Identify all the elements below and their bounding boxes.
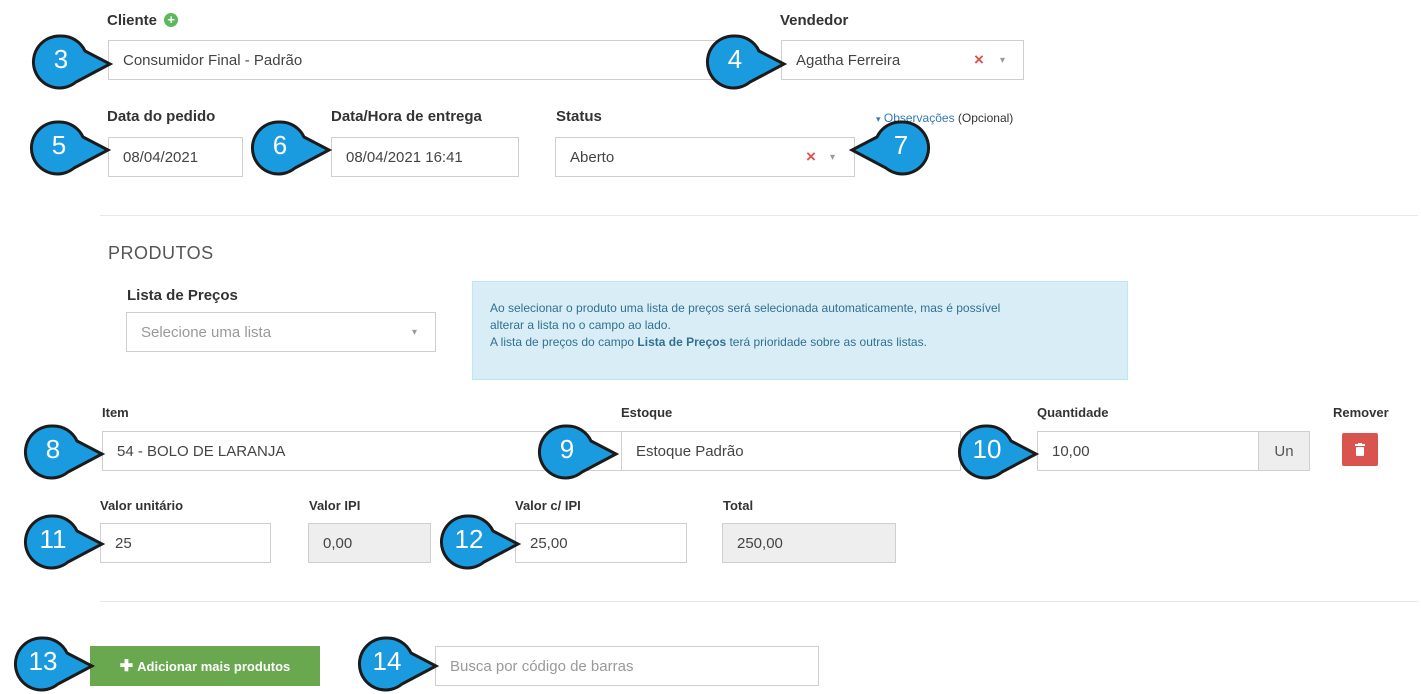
lista-precos-label: Lista de Preços xyxy=(127,287,238,304)
valor-unitario-input[interactable]: 25 xyxy=(100,523,271,563)
callout-12: 12 xyxy=(439,510,522,570)
lista-precos-caret-icon[interactable]: ▾ xyxy=(412,327,417,338)
valor-unitario-label: Valor unitário xyxy=(100,498,184,513)
quantidade-label: Quantidade xyxy=(1037,405,1109,420)
status-caret-icon[interactable]: ▾ xyxy=(830,152,835,163)
barcode-search-placeholder: Busca por código de barras xyxy=(450,657,634,675)
vendedor-label: Vendedor xyxy=(780,12,849,29)
info-line-1: Ao selecionar o produto uma lista de pre… xyxy=(490,301,1001,315)
total-field: 250,00 xyxy=(722,523,896,563)
status-label: Status xyxy=(556,108,602,125)
quantidade-unit: Un xyxy=(1258,431,1310,471)
add-client-icon[interactable]: + xyxy=(164,13,179,27)
data-pedido-label: Data do pedido xyxy=(107,108,216,125)
callout-11: 11 xyxy=(23,510,106,570)
valor-com-ipi-input[interactable]: 25,00 xyxy=(515,523,687,563)
vendedor-clear-icon[interactable]: × xyxy=(974,50,984,70)
add-products-button[interactable]: ✚ Adicionar mais produtos xyxy=(90,646,320,686)
valor-unitario-value: 25 xyxy=(115,534,132,552)
info-line-2: alterar a lista no o campo ao lado. xyxy=(490,318,671,332)
trash-icon xyxy=(1355,443,1365,456)
quantidade-input[interactable]: 10,00 xyxy=(1037,431,1259,471)
divider-top xyxy=(100,215,1418,216)
data-entrega-value: 08/04/2021 16:41 xyxy=(346,148,463,166)
add-products-label: Adicionar mais produtos xyxy=(137,658,291,674)
lista-precos-info-alert: Ao selecionar o produto uma lista de pre… xyxy=(472,281,1128,380)
total-value: 250,00 xyxy=(737,534,783,552)
data-pedido-value: 08/04/2021 xyxy=(123,148,199,166)
estoque-select[interactable]: Estoque Padrão xyxy=(621,431,961,471)
item-label: Item xyxy=(102,405,129,420)
cliente-value: Consumidor Final - Padrão xyxy=(123,51,303,69)
remover-label: Remover xyxy=(1333,405,1389,420)
vendedor-value: Agatha Ferreira xyxy=(796,51,901,69)
total-label: Total xyxy=(723,498,754,513)
lista-precos-placeholder: Selecione uma lista xyxy=(141,323,272,341)
estoque-label: Estoque xyxy=(621,405,673,420)
cliente-label: Cliente + xyxy=(107,12,179,29)
status-clear-icon[interactable]: × xyxy=(806,147,816,167)
callout-14: 14 xyxy=(357,632,440,692)
produtos-heading: PRODUTOS xyxy=(108,243,214,263)
callout-6: 6 xyxy=(250,116,333,176)
vendedor-caret-icon[interactable]: ▾ xyxy=(1000,55,1005,66)
lista-precos-select[interactable]: Selecione uma lista ▾ xyxy=(126,312,436,352)
estoque-value: Estoque Padrão xyxy=(636,442,744,460)
data-pedido-input[interactable]: 08/04/2021 xyxy=(108,137,243,177)
valor-com-ipi-value: 25,00 xyxy=(530,534,568,552)
valor-ipi-field: 0,00 xyxy=(308,523,431,563)
info-line-3: A lista de preços do campo Lista de Preç… xyxy=(490,335,927,349)
data-entrega-input[interactable]: 08/04/2021 16:41 xyxy=(331,137,519,177)
callout-10: 10 xyxy=(957,420,1040,480)
callout-9: 9 xyxy=(537,420,620,480)
remove-item-button[interactable] xyxy=(1342,433,1378,466)
cliente-select[interactable]: Consumidor Final - Padrão xyxy=(108,40,718,80)
status-select[interactable]: Aberto × ▾ xyxy=(555,137,855,177)
data-entrega-label: Data/Hora de entrega xyxy=(331,108,482,125)
callout-13: 13 xyxy=(13,632,96,692)
divider-bottom xyxy=(100,601,1418,602)
valor-com-ipi-label: Valor c/ IPI xyxy=(515,498,581,513)
callout-4: 4 xyxy=(705,30,788,90)
status-value: Aberto xyxy=(570,148,615,166)
valor-ipi-value: 0,00 xyxy=(323,534,353,552)
callout-7: 7 xyxy=(848,116,931,176)
item-value: 54 - BOLO DE LARANJA xyxy=(117,442,286,460)
callout-3: 3 xyxy=(31,30,114,90)
observacoes-optional: (Opcional) xyxy=(957,111,1014,125)
quantidade-value: 10,00 xyxy=(1052,442,1090,460)
vendedor-select[interactable]: Agatha Ferreira × ▾ xyxy=(781,40,1024,80)
callout-8: 8 xyxy=(23,420,106,480)
callout-5: 5 xyxy=(29,116,112,176)
valor-ipi-label: Valor IPI xyxy=(309,498,361,513)
barcode-search-input[interactable]: Busca por código de barras xyxy=(435,646,819,686)
plus-icon: ✚ xyxy=(119,658,134,675)
